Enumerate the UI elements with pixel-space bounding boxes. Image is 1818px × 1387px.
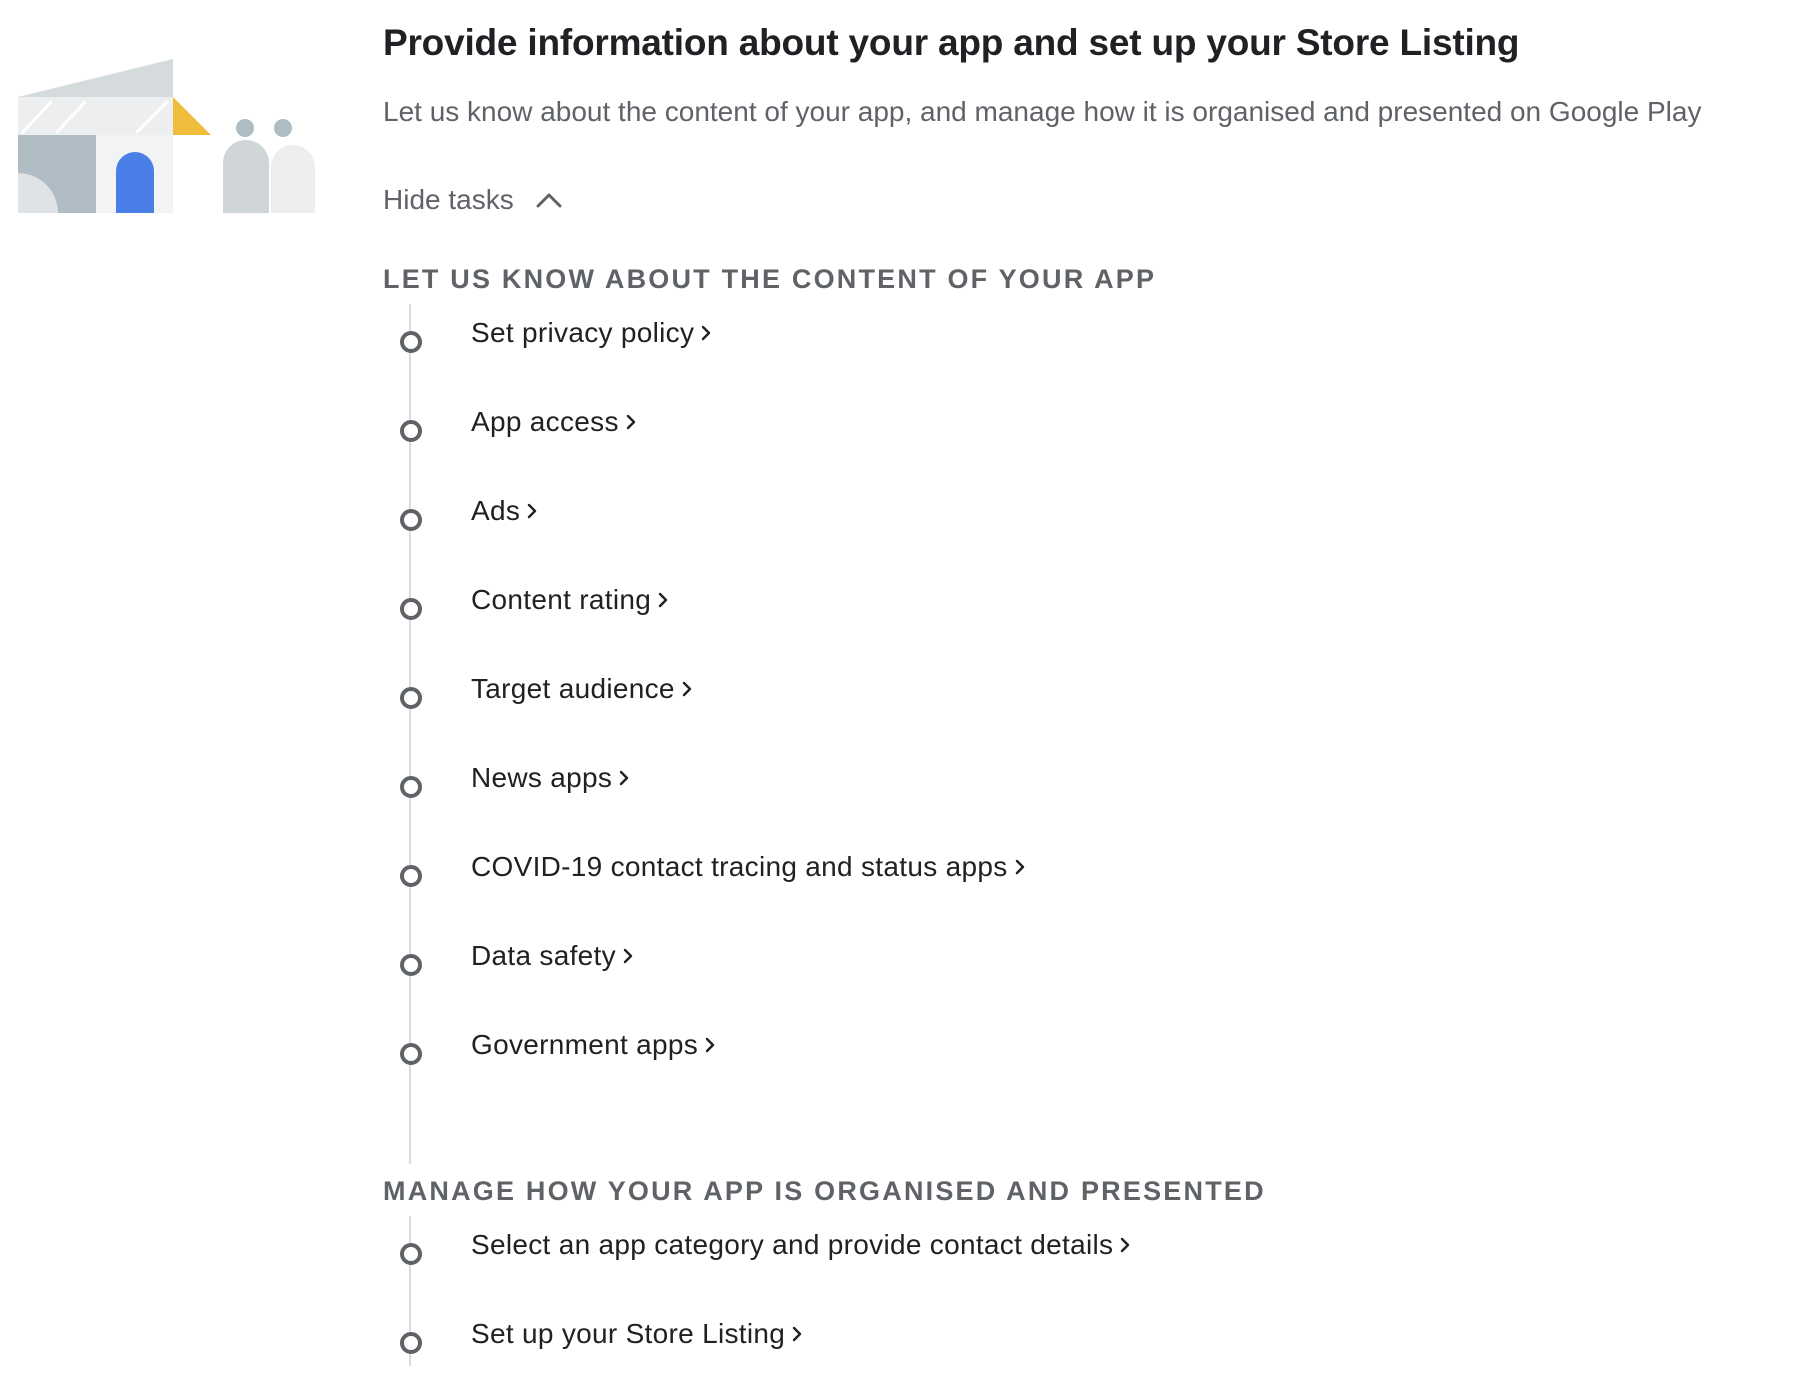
illustration-yellow-triangle (173, 97, 211, 135)
task-link-app-access[interactable]: App access (471, 406, 637, 438)
chevron-right-icon (682, 681, 691, 697)
task-status-icon (400, 687, 422, 709)
task-link-content-rating[interactable]: Content rating (471, 584, 669, 616)
chevron-right-icon (702, 325, 711, 341)
illustration-figure-body (271, 145, 315, 213)
task-link-ads[interactable]: Ads (471, 495, 538, 527)
chevron-right-icon (626, 414, 635, 430)
task-status-icon (400, 954, 422, 976)
task-status-icon (400, 331, 422, 353)
hide-tasks-label: Hide tasks (383, 184, 514, 215)
task-link-covid-apps[interactable]: COVID-19 contact tracing and status apps (471, 851, 1026, 883)
chevron-right-icon (705, 1037, 715, 1053)
chevron-right-icon (527, 503, 537, 519)
illustration-roof (18, 59, 173, 97)
chevron-up-icon (536, 193, 562, 208)
section-heading-presentation: MANAGE HOW YOUR APP IS ORGANISED AND PRE… (383, 1176, 1266, 1206)
illustration-figure-body (223, 140, 269, 213)
chevron-right-icon (1015, 859, 1024, 875)
task-link-data-safety[interactable]: Data safety (471, 940, 634, 972)
page-title: Provide information about your app and s… (383, 22, 1520, 63)
task-status-icon (400, 1332, 422, 1354)
task-status-icon (400, 1243, 422, 1265)
task-link-app-category[interactable]: Select an app category and provide conta… (471, 1229, 1131, 1261)
chevron-right-icon (1121, 1237, 1130, 1253)
task-status-icon (400, 1043, 422, 1065)
illustration-blue-door (116, 152, 154, 213)
task-status-icon (400, 509, 422, 531)
task-link-store-listing[interactable]: Set up your Store Listing (471, 1318, 803, 1350)
chevron-right-icon (623, 948, 633, 964)
chevron-right-icon (658, 592, 668, 608)
illustration-upper-wall (18, 97, 173, 135)
chevron-right-icon (792, 1326, 802, 1342)
task-link-government-apps[interactable]: Government apps (471, 1029, 716, 1061)
task-status-icon (400, 598, 422, 620)
hide-tasks-toggle[interactable]: Hide tasks (383, 184, 562, 216)
illustration-figure-head (274, 119, 292, 137)
chevron-right-icon (620, 770, 629, 786)
task-status-icon (400, 865, 422, 887)
task-link-news-apps[interactable]: News apps (471, 762, 630, 794)
page-subtitle: Let us know about the content of your ap… (383, 96, 1702, 127)
task-status-icon (400, 420, 422, 442)
section-heading-content: LET US KNOW ABOUT THE CONTENT OF YOUR AP… (383, 264, 1157, 294)
store-illustration (18, 59, 315, 213)
task-status-icon (400, 776, 422, 798)
task-link-privacy-policy[interactable]: Set privacy policy (471, 317, 712, 349)
illustration-figure-head (236, 119, 254, 137)
task-link-target-audience[interactable]: Target audience (471, 673, 693, 705)
